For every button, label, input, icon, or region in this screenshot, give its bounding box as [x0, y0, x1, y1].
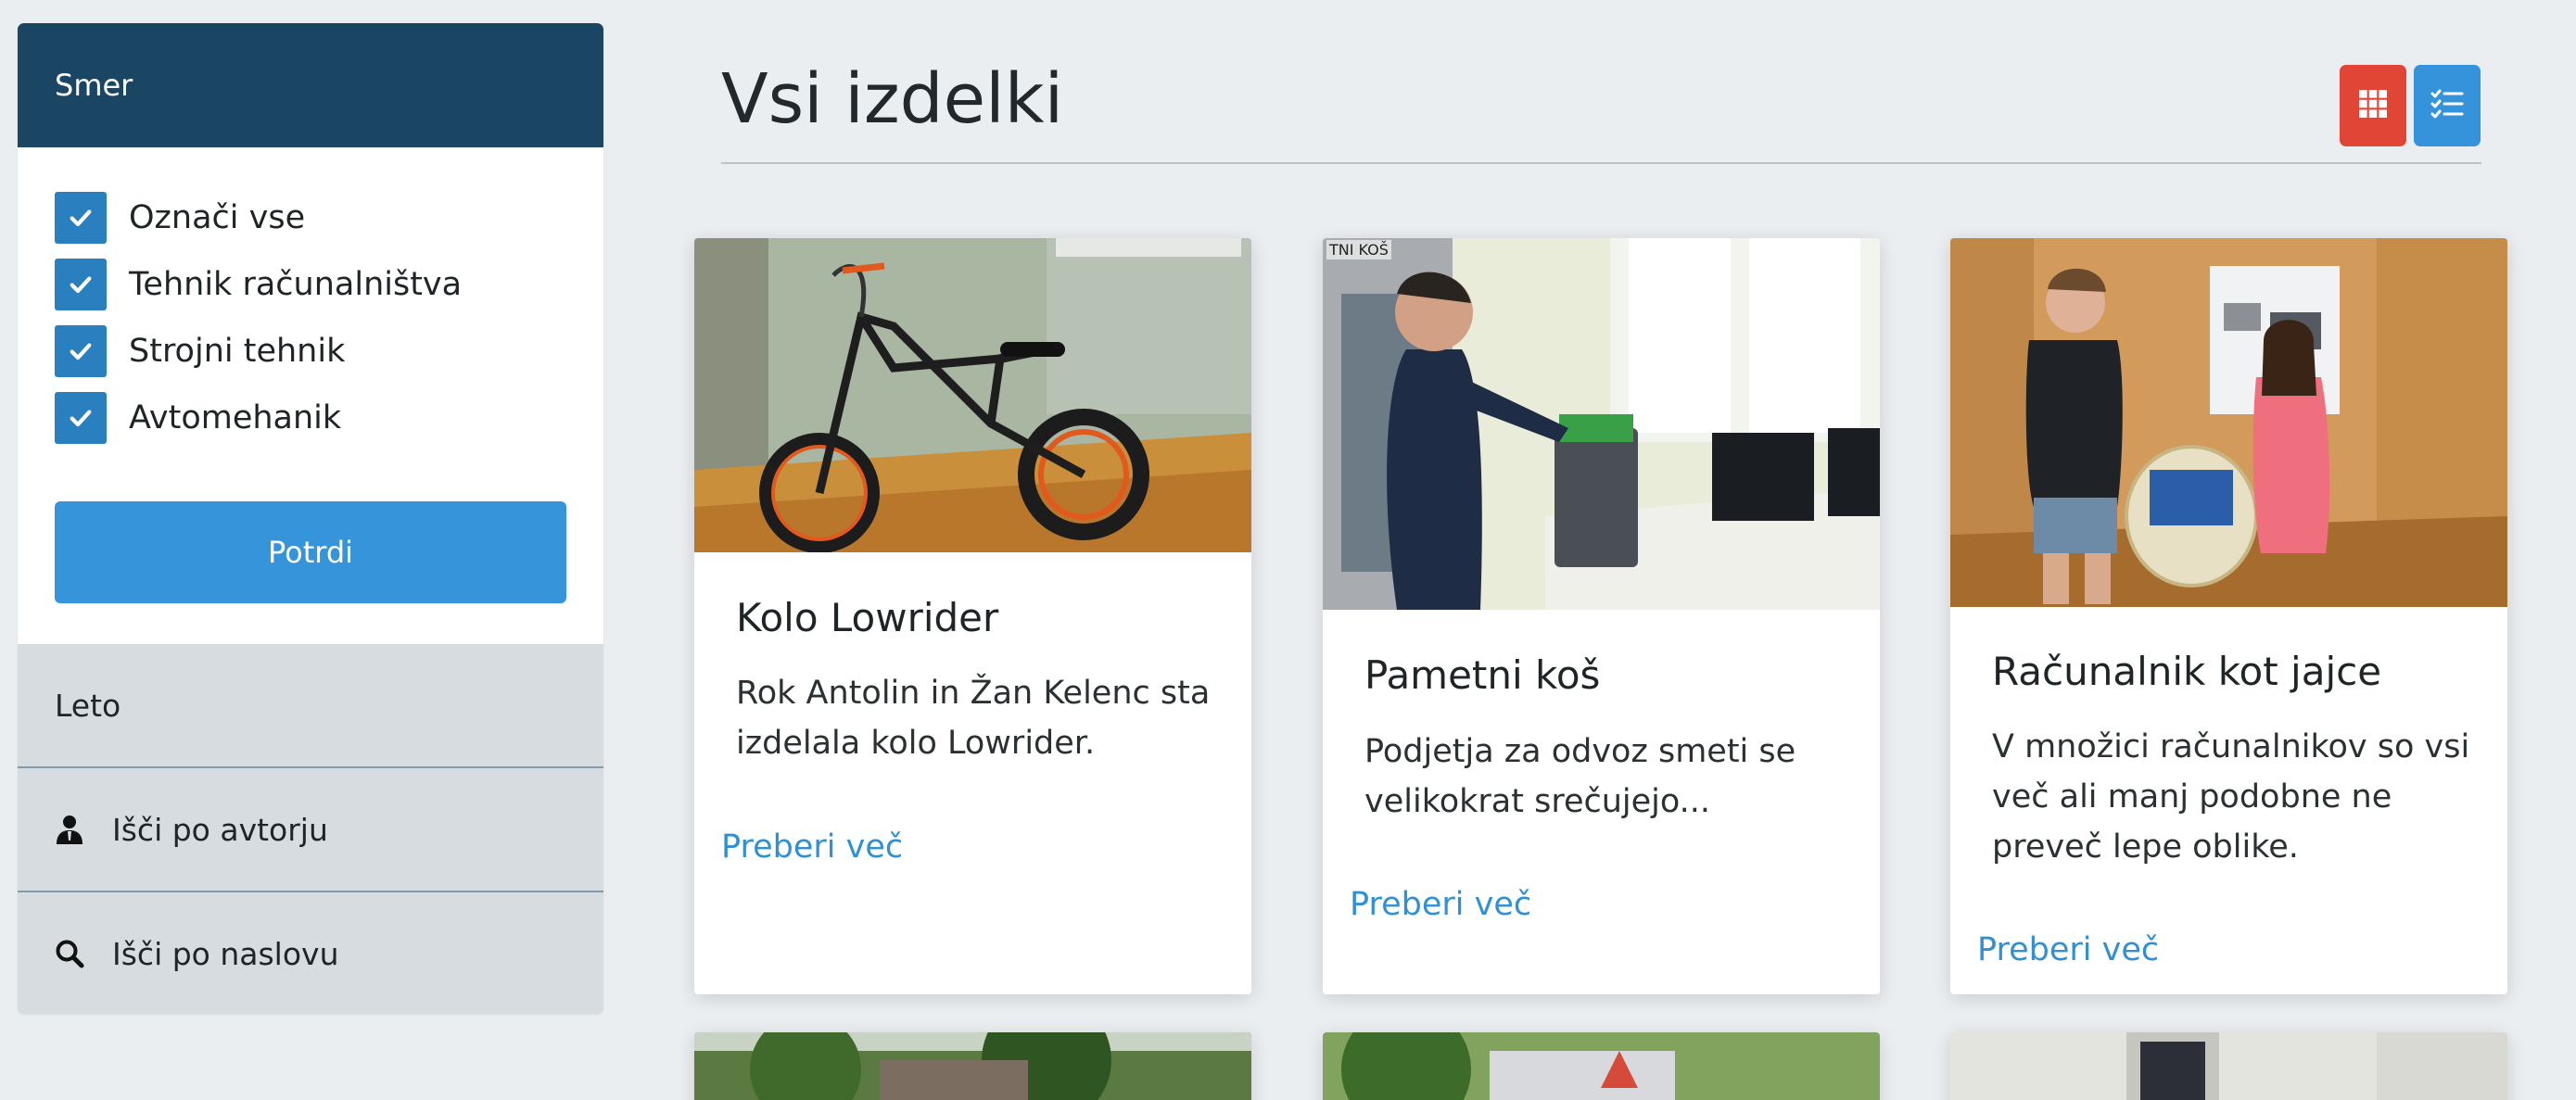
checkbox-select-all[interactable]: Označi vse — [55, 184, 566, 251]
filter-section-label: Leto — [55, 687, 121, 724]
user-icon — [55, 815, 84, 844]
card-image-indoor[interactable] — [1950, 1032, 2507, 1100]
page-title: Vsi izdelki — [721, 59, 1064, 139]
product-card-row2-2[interactable] — [1323, 1032, 1880, 1100]
card-image-street[interactable] — [1323, 1032, 1880, 1100]
filter-section-year[interactable]: Leto — [18, 644, 603, 768]
filter-header-smer[interactable]: Smer — [18, 23, 603, 147]
search-by-title[interactable]: Išči po naslovu — [18, 892, 603, 1014]
list-icon — [2430, 89, 2464, 122]
checkbox-label: Označi vse — [129, 199, 306, 236]
title-divider — [721, 162, 2481, 164]
checkbox-computer-technician[interactable]: Tehnik računalništva — [55, 251, 566, 318]
card-title[interactable]: Računalnik kot jajce — [1992, 649, 2381, 694]
card-description: Podjetja za odvoz smeti se velikokrat sr… — [1364, 733, 1796, 820]
card-title[interactable]: Pametni koš — [1364, 652, 1600, 698]
checkbox-label: Strojni tehnik — [129, 333, 346, 370]
checkbox-checked-icon[interactable] — [55, 259, 107, 310]
checkbox-car-mechanic[interactable]: Avtomehanik — [55, 385, 566, 451]
page: Smer Označi vse Tehnik računalništva Str… — [0, 0, 2576, 1100]
search-by-author-label: Išči po avtorju — [112, 811, 328, 848]
checkbox-mechanical-technician[interactable]: Strojni tehnik — [55, 318, 566, 385]
card-description: Rok Antolin in Žan Kelenc sta izdelala k… — [736, 675, 1211, 762]
product-card-row2-1[interactable] — [694, 1032, 1251, 1100]
filter-header-label: Smer — [55, 68, 133, 103]
grid-view-button[interactable] — [2340, 65, 2406, 146]
checkbox-checked-icon[interactable] — [55, 392, 107, 444]
filter-body: Označi vse Tehnik računalništva Strojni … — [18, 147, 603, 644]
read-more-link[interactable]: Preberi več — [1350, 886, 1531, 923]
card-image-bicycle[interactable] — [694, 238, 1251, 552]
grid-icon — [2358, 89, 2388, 122]
card-image-egg-computer[interactable] — [1950, 238, 2507, 607]
read-more-link[interactable]: Preberi več — [1977, 931, 2159, 968]
search-by-author[interactable]: Išči po avtorju — [18, 768, 603, 892]
card-description: V množici računalnikov so vsi več ali ma… — [1992, 728, 2470, 866]
card-image-outdoor[interactable] — [694, 1032, 1251, 1100]
list-view-button[interactable] — [2414, 65, 2481, 146]
read-more-link[interactable]: Preberi več — [721, 828, 903, 866]
card-image-smart-bin[interactable]: TNI KOŠ — [1323, 238, 1880, 610]
product-card-lowrider[interactable]: Kolo Lowrider Rok Antolin in Žan Kelenc … — [694, 238, 1251, 994]
card-title[interactable]: Kolo Lowrider — [736, 595, 998, 640]
search-by-title-label: Išči po naslovu — [112, 935, 339, 972]
checkbox-checked-icon[interactable] — [55, 192, 107, 244]
filter-sidebar: Smer Označi vse Tehnik računalništva Str… — [18, 23, 603, 1014]
product-card-row2-3[interactable] — [1950, 1032, 2507, 1100]
checkbox-checked-icon[interactable] — [55, 325, 107, 377]
product-card-egg-computer[interactable]: Računalnik kot jajce V množici računalni… — [1950, 238, 2507, 994]
checkbox-label: Tehnik računalništva — [129, 266, 463, 303]
checkbox-label: Avtomehanik — [129, 399, 342, 436]
product-card-smart-bin[interactable]: TNI KOŠ Pametni koš Podjetja za odvoz sm… — [1323, 238, 1880, 994]
image-overlay-text: TNI KOŠ — [1326, 240, 1391, 259]
search-icon — [55, 939, 84, 968]
confirm-button[interactable]: Potrdi — [55, 501, 566, 603]
